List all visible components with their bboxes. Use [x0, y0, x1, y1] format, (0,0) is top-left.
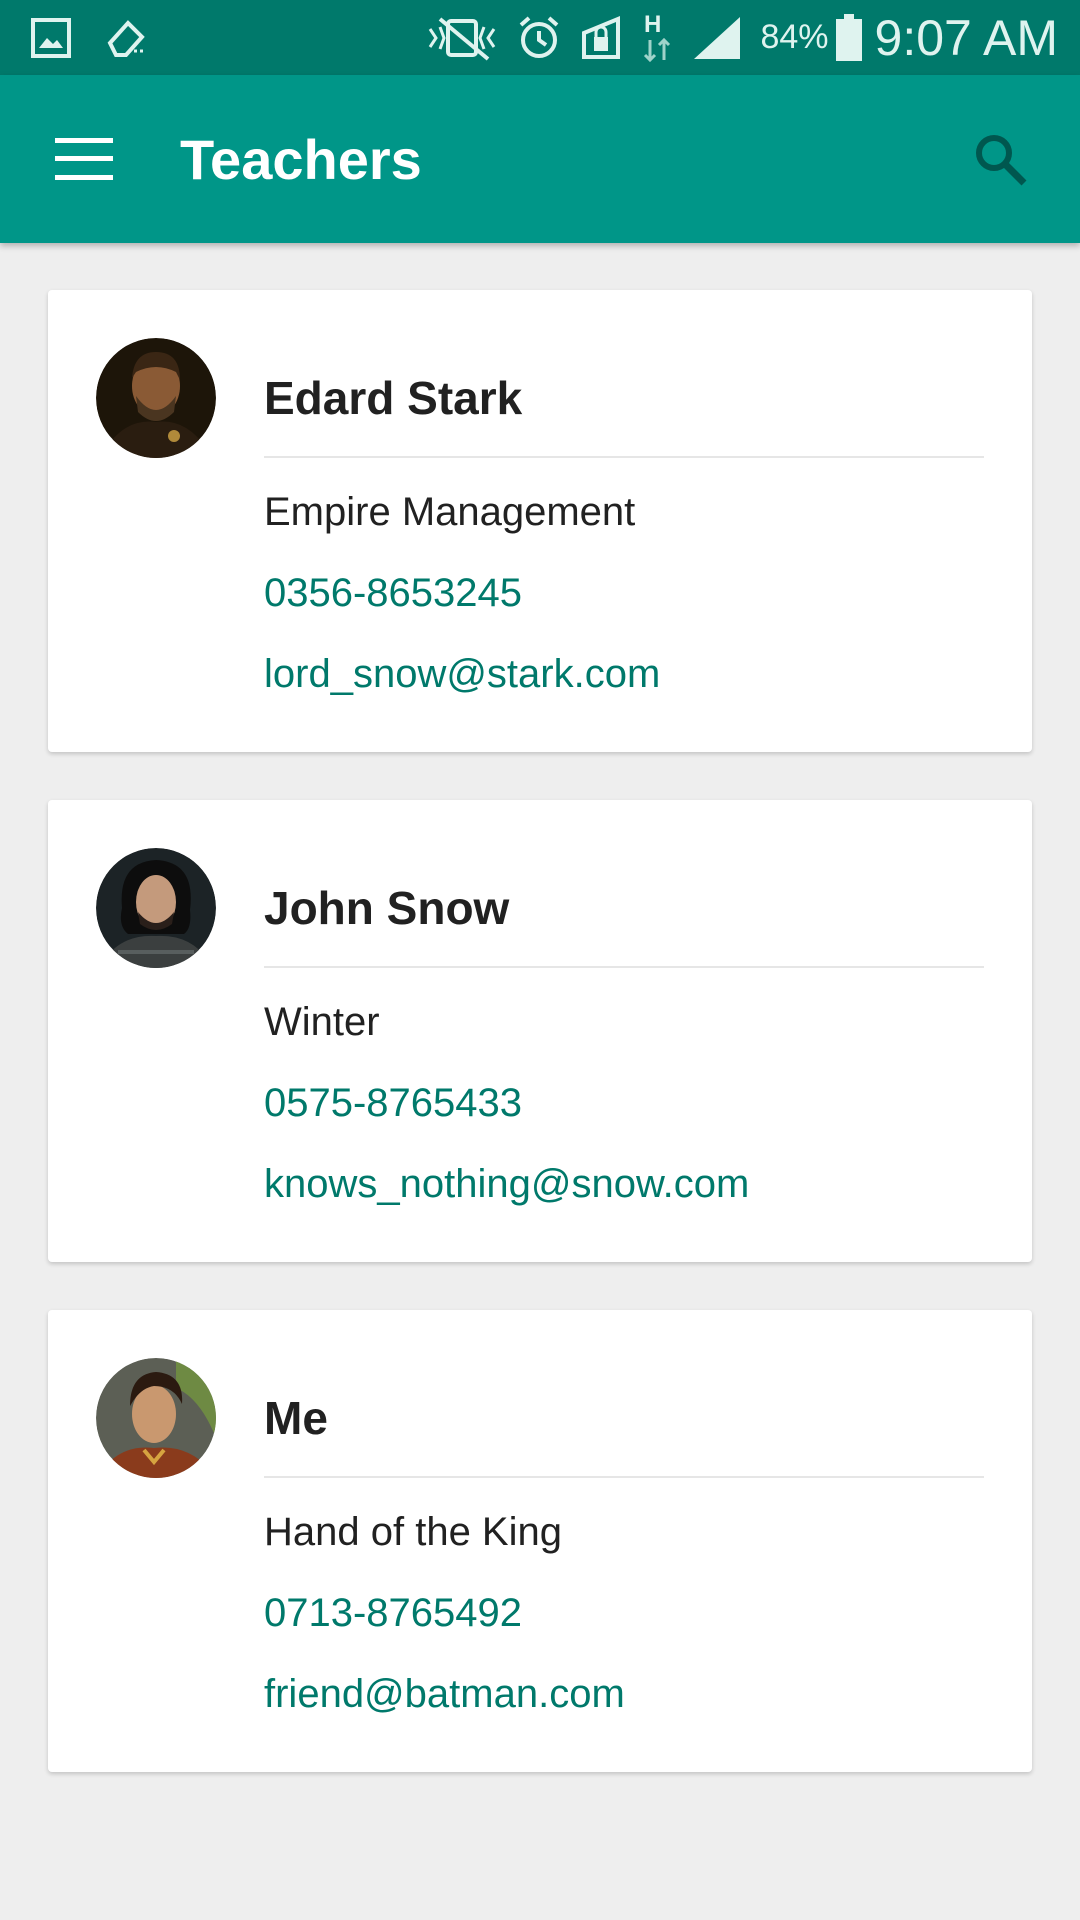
lock-icon	[580, 15, 622, 61]
status-right: H 84% 9:07 AM	[408, 9, 1058, 67]
status-left	[30, 15, 182, 61]
teacher-phone-link[interactable]: 0356-8653245	[264, 565, 984, 621]
svg-text:H: H	[644, 11, 661, 38]
teacher-department: Winter	[264, 1000, 380, 1044]
teacher-card[interactable]: Me Hand of the King 0713-8765492 friend@…	[48, 1310, 1032, 1772]
battery-percent: 84%	[760, 18, 829, 56]
teacher-name: Me	[264, 1358, 984, 1478]
teacher-email-link[interactable]: lord_snow@stark.com	[264, 646, 984, 702]
teacher-card[interactable]: John Snow Winter 0575-8765433 knows_noth…	[48, 800, 1032, 1262]
battery-icon	[835, 13, 863, 62]
alarm-icon	[516, 15, 562, 61]
avatar	[96, 1358, 216, 1478]
avatar	[96, 338, 216, 458]
clock: 9:07 AM	[874, 9, 1058, 66]
app-bar: Teachers	[0, 75, 1080, 243]
gallery-icon	[30, 17, 72, 59]
teacher-name: Edard Stark	[264, 338, 984, 458]
network-h-icon: H	[640, 10, 674, 66]
page-title: Teachers	[180, 127, 422, 191]
teacher-email-link[interactable]: friend@batman.com	[264, 1666, 984, 1722]
search-button[interactable]	[920, 75, 1080, 243]
teacher-department: Empire Management	[264, 490, 636, 534]
teacher-card[interactable]: Edard Stark Empire Management 0356-86532…	[48, 290, 1032, 752]
avatar	[96, 848, 216, 968]
teacher-department: Hand of the King	[264, 1510, 562, 1554]
vibrate-icon	[426, 15, 498, 61]
hamburger-menu-icon	[55, 138, 113, 180]
teacher-phone-link[interactable]: 0713-8765492	[264, 1585, 984, 1641]
search-icon	[976, 135, 1027, 186]
menu-button[interactable]	[0, 75, 168, 243]
signal-icon	[692, 15, 742, 61]
card-body: Edard Stark Empire Management 0356-86532…	[264, 338, 984, 702]
teacher-list: Edard Stark Empire Management 0356-86532…	[48, 290, 1032, 1820]
card-body: Me Hand of the King 0713-8765492 friend@…	[264, 1358, 984, 1722]
teacher-email-link[interactable]: knows_nothing@snow.com	[264, 1156, 984, 1212]
teacher-phone-link[interactable]: 0575-8765433	[264, 1075, 984, 1131]
teacher-name: John Snow	[264, 848, 984, 968]
card-body: John Snow Winter 0575-8765433 knows_noth…	[264, 848, 984, 1212]
status-bar: H 84% 9:07 AM	[0, 0, 1080, 75]
eraser-icon	[104, 15, 150, 61]
